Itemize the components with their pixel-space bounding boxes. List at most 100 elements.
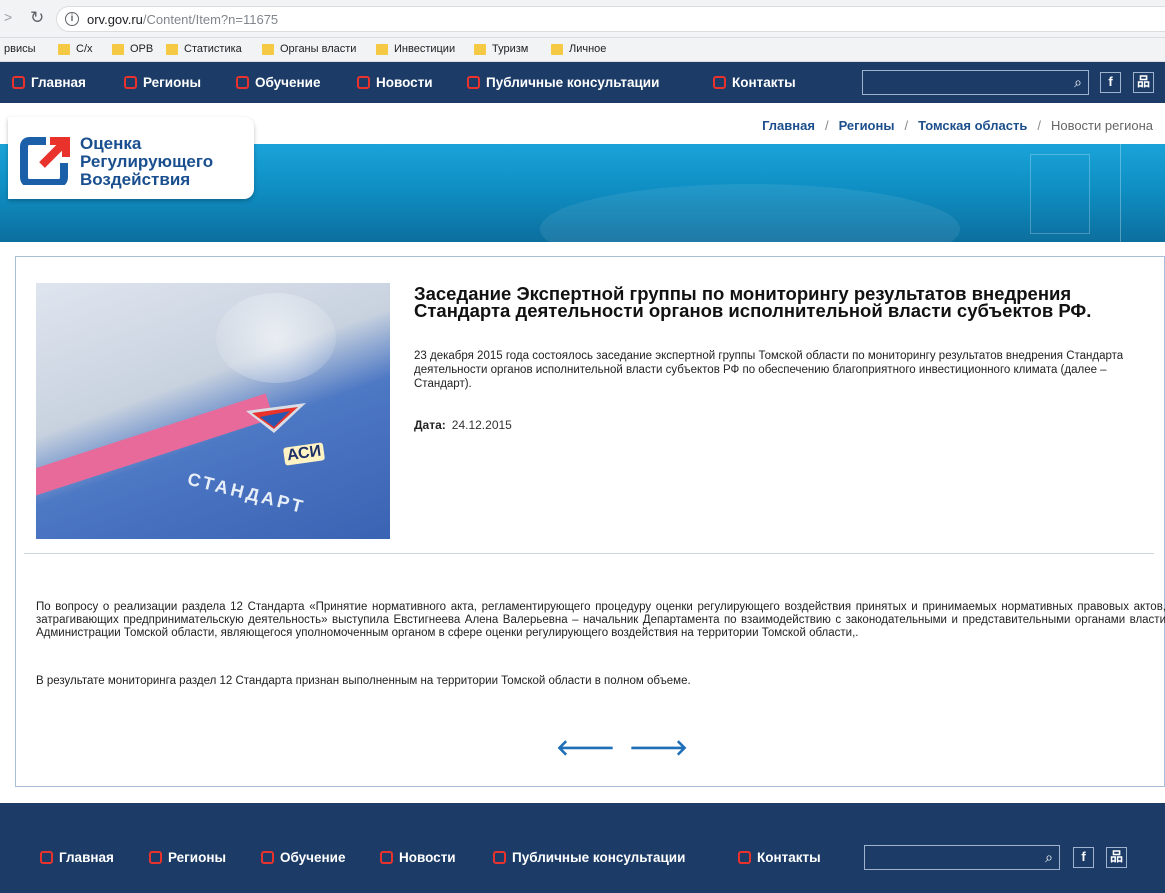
breadcrumb-separator: / xyxy=(824,118,829,133)
logo-text: Оценка Регулирующего Воздействия xyxy=(80,135,213,189)
nav-bullet-icon xyxy=(713,76,726,89)
asi-badge-icon xyxy=(246,403,306,433)
date-label: Дата: xyxy=(414,418,446,432)
url-path: /Content/Item?n=11675 xyxy=(142,12,279,27)
breadcrumb-separator: / xyxy=(904,118,909,133)
reload-icon[interactable]: ↻ xyxy=(30,8,44,28)
news-article-card: АСИ СТАНДАРТ Заседание Экспертной группы… xyxy=(15,256,1165,787)
bookmark-label: ОРВ xyxy=(130,43,154,55)
nav-bullet-icon xyxy=(40,851,53,864)
nav-label: Главная xyxy=(31,75,86,90)
article-date: Дата: 24.12.2015 xyxy=(414,418,512,432)
footer-nav: Главная Регионы Обучение Новости Публичн… xyxy=(0,803,1165,893)
article-title: Заседание Экспертной группы по мониторин… xyxy=(414,283,1092,321)
footer-nav-news[interactable]: Новости xyxy=(380,850,456,865)
browser-toolbar: > ↻ i orv.gov.ru/Content/Item?n=11675 xyxy=(0,0,1165,38)
nav-item-regions[interactable]: Регионы xyxy=(124,75,201,90)
nav-label: Регионы xyxy=(168,850,227,865)
image-glass xyxy=(216,293,336,383)
folder-icon xyxy=(376,43,388,55)
nav-bullet-icon xyxy=(261,851,274,864)
nav-label: Контакты xyxy=(757,850,821,865)
hero-decoration xyxy=(1030,154,1090,234)
nav-bullet-icon xyxy=(380,851,393,864)
nav-item-contacts[interactable]: Контакты xyxy=(713,75,796,90)
info-icon[interactable]: i xyxy=(65,12,79,26)
nav-label: Новости xyxy=(399,850,456,865)
bookmark-item[interactable]: рвисы xyxy=(4,43,36,55)
nav-item-consultations[interactable]: Публичные консультации xyxy=(467,75,659,90)
logo-line: Воздействия xyxy=(80,170,191,189)
nav-bullet-icon xyxy=(493,851,506,864)
nav-bullet-icon xyxy=(738,851,751,864)
facebook-icon[interactable]: f xyxy=(1073,847,1094,868)
logo-icon xyxy=(20,137,70,185)
date-value: 24.12.2015 xyxy=(451,418,512,432)
bookmark-label: Органы власти xyxy=(280,43,357,55)
sitemap-icon[interactable]: 品 xyxy=(1106,847,1127,868)
bookmark-folder[interactable]: Органы власти xyxy=(262,43,356,55)
article-body-paragraph: По вопросу о реализации раздела 12 Станд… xyxy=(36,601,1165,639)
folder-icon xyxy=(551,43,563,55)
breadcrumb-regions[interactable]: Регионы xyxy=(839,118,895,133)
bookmark-folder[interactable]: Статистика xyxy=(166,43,242,55)
footer-nav-learning[interactable]: Обучение xyxy=(261,850,345,865)
nav-item-news[interactable]: Новости xyxy=(357,75,433,90)
breadcrumb-separator: / xyxy=(1037,118,1041,133)
folder-icon xyxy=(58,43,70,55)
divider xyxy=(24,553,1154,554)
sitemap-icon[interactable]: 品 xyxy=(1133,72,1154,93)
nav-label: Регионы xyxy=(143,75,202,90)
bookmark-label: Статистика xyxy=(184,43,242,55)
footer-nav-consultations[interactable]: Публичные консультации xyxy=(493,850,685,865)
breadcrumb-region[interactable]: Томская область xyxy=(918,118,1027,133)
search-input[interactable]: ⌕ xyxy=(862,70,1089,95)
url-host: orv.gov.ru xyxy=(87,12,143,27)
bookmark-folder[interactable]: Инвестиции xyxy=(376,43,455,55)
facebook-icon[interactable]: f xyxy=(1100,72,1121,93)
bookmark-label: Инвестиции xyxy=(394,43,456,55)
next-arrow-icon[interactable]: 🡒 xyxy=(629,735,688,761)
nav-label: Обучение xyxy=(280,850,346,865)
folder-icon xyxy=(262,43,274,55)
folder-icon xyxy=(166,43,178,55)
nav-bullet-icon xyxy=(149,851,162,864)
footer-search-input[interactable]: ⌕ xyxy=(864,845,1060,870)
breadcrumb: Главная / Регионы / Томская область / Но… xyxy=(762,118,1153,133)
nav-label: Публичные консультации xyxy=(486,75,660,90)
main-nav: Главная Регионы Обучение Новости Публичн… xyxy=(0,62,1165,103)
footer-nav-contacts[interactable]: Контакты xyxy=(738,850,821,865)
breadcrumb-current: Новости региона xyxy=(1050,118,1153,133)
hero-decoration xyxy=(540,184,960,242)
nav-bullet-icon xyxy=(236,76,249,89)
search-icon[interactable]: ⌕ xyxy=(1074,74,1082,91)
site-logo[interactable]: Оценка Регулирующего Воздействия xyxy=(8,117,254,199)
logo-line: Оценка xyxy=(80,134,142,153)
search-icon[interactable]: ⌕ xyxy=(1045,849,1053,866)
bookmark-label: Туризм xyxy=(492,43,529,55)
back-icon[interactable]: > xyxy=(4,9,12,25)
breadcrumb-home[interactable]: Главная xyxy=(762,118,815,133)
nav-bullet-icon xyxy=(357,76,370,89)
bookmark-folder[interactable]: Личное xyxy=(551,43,606,55)
bookmark-label: С/х xyxy=(76,43,93,55)
prev-arrow-icon[interactable]: 🡐 xyxy=(556,735,615,761)
article-pager: 🡐 🡒 xyxy=(556,735,688,761)
nav-item-learning[interactable]: Обучение xyxy=(236,75,320,90)
bookmark-folder[interactable]: Туризм xyxy=(474,43,528,55)
nav-label: Обучение xyxy=(255,75,321,90)
nav-item-home[interactable]: Главная xyxy=(12,75,86,90)
nav-label: Главная xyxy=(59,850,114,865)
nav-bullet-icon xyxy=(467,76,480,89)
bookmarks-bar: рвисы С/х ОРВ Статистика Органы власти И… xyxy=(0,38,1165,62)
logo-line: Регулирующего xyxy=(80,152,214,171)
nav-label: Новости xyxy=(376,75,433,90)
image-standard-text: СТАНДАРТ xyxy=(185,468,308,518)
bookmark-folder[interactable]: С/х xyxy=(58,43,93,55)
bookmark-folder[interactable]: ОРВ xyxy=(112,43,153,55)
bookmark-label: Личное xyxy=(569,43,607,55)
footer-nav-home[interactable]: Главная xyxy=(40,850,114,865)
url-text: orv.gov.ru/Content/Item?n=11675 xyxy=(87,12,278,27)
address-bar[interactable]: i orv.gov.ru/Content/Item?n=11675 xyxy=(56,6,1165,32)
footer-nav-regions[interactable]: Регионы xyxy=(149,850,226,865)
